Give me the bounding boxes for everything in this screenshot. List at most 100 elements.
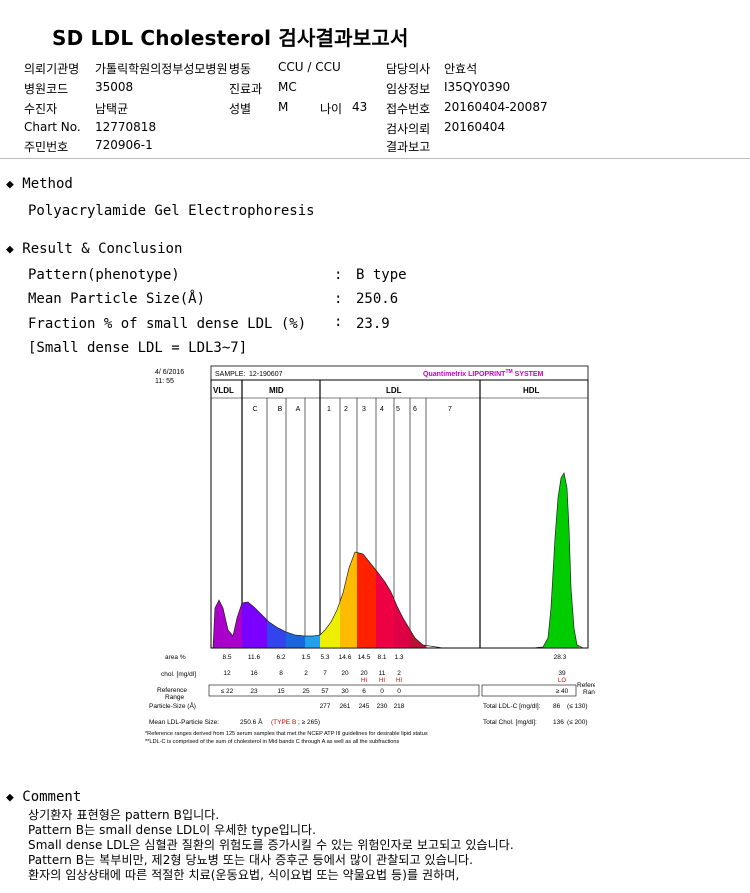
chol-value: 2 [304, 670, 308, 677]
tchol-ref: (≤ 200) [567, 719, 588, 726]
diamond-bullet-icon: ◆ [6, 177, 14, 192]
hdl-area-value: 28.3 [554, 654, 567, 661]
result-heading: ◆ Result & Conclusion [6, 241, 182, 257]
comment-line: Pattern B는 small dense LDL이 우세한 type입니다. [28, 823, 317, 837]
result-label-size: Mean Particle Size(Å) [28, 291, 206, 307]
ldlc-value: 86 [553, 703, 561, 710]
subband-label: 5 [396, 406, 400, 413]
rrn-label: 주민번호 [24, 140, 69, 154]
institution-value: 가톨릭학원의정부성모병원 [95, 62, 228, 76]
comment-body: 상기환자 표현형은 pattern B입니다. Pattern B는 small… [28, 808, 514, 883]
subband-label: 2 [344, 406, 348, 413]
chol-value: 11 [379, 670, 386, 677]
brand-text: Quantimetrix LIPOPRINTTM SYSTEM [423, 369, 544, 378]
chol-value: 20 [341, 670, 349, 677]
ldl-label: LDL [386, 386, 402, 395]
result-colon: : [334, 314, 343, 330]
divider [0, 158, 750, 159]
profile-band [242, 602, 267, 648]
age-label: 나이 [320, 102, 343, 116]
profile-band [286, 632, 305, 648]
report-title: SD LDL Cholesterol 검사결과보고서 [52, 26, 409, 50]
area-row-label: area % [165, 654, 186, 661]
clinical-value: I35QY0390 [444, 80, 511, 94]
subband-label: 4 [380, 406, 384, 413]
receipt-value: 20160404-20087 [444, 100, 548, 114]
profile-band [267, 620, 286, 648]
particle-size-value: 245 [359, 703, 370, 710]
particle-size-value: 261 [340, 703, 351, 710]
profile-band [340, 552, 357, 648]
area-value: 5.3 [320, 654, 329, 661]
ward-value: CCU / CCU [278, 60, 341, 74]
area-value: 14.6 [339, 654, 352, 661]
chol-value: 16 [250, 670, 258, 677]
chol-flag: HI [379, 678, 385, 684]
mean-cond: ; ≥ 265) [298, 719, 320, 726]
chol-value: 12 [223, 670, 231, 677]
report-label: 결과보고 [386, 140, 431, 154]
ref-value: 23 [250, 688, 258, 695]
chol-flag: HI [396, 678, 402, 684]
result-colon: : [334, 267, 343, 283]
ref-value: 15 [277, 688, 285, 695]
ldlc-label: Total LDL-C [mg/dl]: [483, 703, 541, 710]
age-value: 43 [352, 100, 368, 114]
footnote-1: *Reference ranges derived from 125 serum… [145, 731, 428, 737]
method-heading-text: Method [22, 176, 73, 192]
subband-label: A [296, 406, 301, 413]
sample-label: SAMPLE: [215, 371, 245, 378]
sample-value: 12-190607 [249, 371, 283, 378]
dept-label: 진료과 [229, 82, 263, 96]
area-value: 6.2 [276, 654, 285, 661]
clinical-label: 임상정보 [386, 82, 431, 96]
chol-value: 2 [397, 670, 401, 677]
lipoprint-chart: 4/ 6/2016 11: 55 SAMPLE: 12-190607 Quant… [145, 365, 595, 745]
ref-value: 6 [362, 688, 366, 695]
subband-label: 6 [413, 406, 417, 413]
ref-value: 0 [397, 688, 401, 695]
hdl-chol-value: 39 [558, 670, 566, 677]
ref-value: 30 [341, 688, 349, 695]
area-value: 8.5 [222, 654, 231, 661]
subband-label: B [278, 406, 283, 413]
comment-heading-text: Comment [22, 789, 82, 805]
institution-label: 의뢰기관명 [24, 62, 80, 76]
comment-line: Pattern B는 복부비만, 제2형 당뇨병 또는 대사 증후군 등에서 많… [28, 853, 474, 867]
chart-time: 11: 55 [155, 378, 174, 385]
rrn-value: 720906-1 [95, 138, 153, 152]
mean-size: 250.6 Å [240, 717, 263, 726]
result-value-pattern: B type [356, 267, 407, 283]
method-heading: ◆ Method [6, 176, 73, 192]
doctor-value: 안효석 [444, 62, 478, 76]
result-value-size: 250.6 [356, 291, 399, 307]
result-label-pattern: Pattern(phenotype) [28, 267, 180, 283]
subband-label: 3 [362, 406, 366, 413]
hospital-code-label: 병원코드 [24, 82, 69, 96]
chol-value: 20 [360, 670, 368, 677]
sex-label: 성별 [229, 102, 252, 116]
mean-row-label: Mean LDL-Particle Size: [149, 719, 219, 726]
patient-label: 수진자 [24, 102, 58, 116]
subband-label: 1 [327, 406, 331, 413]
area-value: 11.6 [248, 654, 261, 661]
mid-label: MID [269, 386, 284, 395]
hospital-code-value: 35008 [95, 80, 134, 94]
hdl-label: HDL [523, 386, 540, 395]
ref-value: 57 [321, 688, 329, 695]
result-heading-text: Result & Conclusion [22, 241, 183, 257]
tchol-value: 136 [553, 719, 564, 726]
patient-value: 남택균 [95, 102, 129, 116]
ldlc-ref: (≤ 130) [567, 703, 588, 710]
result-value-fraction: 23.9 [356, 316, 390, 332]
particle-size-value: 277 [320, 703, 331, 710]
chol-row-label: chol. [mg/dl] [161, 671, 196, 678]
receipt-label: 접수번호 [386, 102, 431, 116]
dept-value: MC [278, 80, 297, 94]
hdl-ref-value: ≥ 40 [556, 688, 569, 695]
profile-band [305, 635, 320, 648]
plot-frame [210, 379, 589, 649]
profile-band [394, 599, 410, 648]
result-label-fraction: Fraction % of small dense LDL (%) [28, 316, 307, 332]
ps-row-label: Particle-Size (Å) [149, 701, 196, 710]
